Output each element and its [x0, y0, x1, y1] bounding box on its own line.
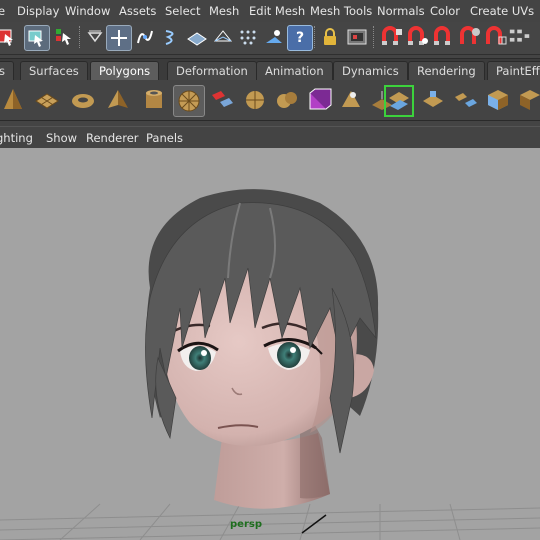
menu-display[interactable]: Display	[17, 4, 59, 18]
poly-cone-icon[interactable]	[0, 85, 28, 115]
snap-filter-icon[interactable]	[83, 25, 107, 49]
status-line-toolbar: ?	[0, 22, 540, 55]
poly-pyramid-icon[interactable]	[103, 85, 133, 115]
panel-menu-bar: ghting Show Renderer Panels	[0, 126, 540, 150]
snap-grid-icon[interactable]	[106, 25, 132, 51]
main-menu-bar: e Display Window Assets Select Mesh Edit…	[0, 0, 540, 23]
tab-surfaces[interactable]: Surfaces	[20, 61, 88, 81]
select-component-icon[interactable]	[52, 25, 76, 49]
sculpt-tool-icon[interactable]	[384, 85, 414, 117]
extract-icon[interactable]	[240, 85, 270, 115]
snap-view-plane-icon[interactable]	[185, 25, 209, 49]
camera-manip-line	[301, 514, 327, 534]
panel-menu-lighting[interactable]: ghting	[0, 131, 33, 145]
snap-curve-icon[interactable]	[133, 25, 157, 49]
render-icon[interactable]	[380, 25, 404, 49]
ground-grid	[0, 503, 540, 540]
lock-icon[interactable]	[318, 25, 342, 49]
poly-plane-icon[interactable]	[32, 85, 62, 115]
booleans-icon[interactable]	[304, 85, 334, 115]
hypergraph-icon[interactable]	[508, 25, 532, 49]
poly-soccerball-icon[interactable]	[173, 85, 205, 117]
combine-icon[interactable]	[272, 85, 302, 115]
bridge-icon[interactable]	[451, 85, 481, 115]
tab-dynamics[interactable]: Dynamics	[333, 61, 408, 81]
tab-general[interactable]: s	[0, 61, 14, 81]
help-icon[interactable]: ?	[287, 25, 313, 51]
menu-window[interactable]: Window	[65, 4, 110, 18]
history-icon[interactable]	[345, 25, 369, 49]
tab-polygons[interactable]: Polygons	[90, 61, 160, 81]
menu-create-uvs[interactable]: Create UVs	[470, 4, 534, 18]
panel-menu-show[interactable]: Show	[46, 131, 77, 145]
make-live-icon[interactable]	[211, 25, 235, 49]
select-object-icon[interactable]	[24, 25, 50, 51]
tab-deformation[interactable]: Deformation	[167, 61, 257, 81]
menu-assets[interactable]: Assets	[119, 4, 156, 18]
hypershade-icon[interactable]	[458, 25, 482, 49]
poly-pipe-icon[interactable]	[139, 85, 169, 115]
menu-color[interactable]: Color	[430, 4, 460, 18]
render-view-icon[interactable]	[484, 25, 508, 49]
perspective-viewport[interactable]: persp	[0, 148, 540, 540]
tab-rendering[interactable]: Rendering	[408, 61, 485, 81]
snap-projected-icon[interactable]	[262, 25, 286, 49]
toolbar-separator	[373, 26, 376, 48]
snap-vertex-icon[interactable]	[236, 25, 260, 49]
menu-normals[interactable]: Normals	[377, 4, 425, 18]
menu-select[interactable]: Select	[165, 4, 200, 18]
menu-mesh[interactable]: Mesh	[209, 4, 239, 18]
render-settings-icon[interactable]	[432, 25, 456, 49]
character-head-model	[0, 189, 540, 540]
tab-painteffects[interactable]: PaintEffe	[487, 61, 540, 81]
ipr-render-icon[interactable]	[406, 25, 430, 49]
panel-menu-renderer[interactable]: Renderer	[86, 131, 139, 145]
smooth-icon[interactable]	[336, 85, 366, 115]
menu-edit-mesh[interactable]: Edit Mesh	[249, 4, 305, 18]
separate-icon[interactable]	[207, 85, 237, 115]
split-icon[interactable]	[515, 85, 540, 115]
menu-edit[interactable]: e	[0, 4, 5, 18]
append-icon[interactable]	[483, 85, 513, 115]
shelf-tabs: s Surfaces Polygons Deformation Animatio…	[0, 58, 540, 81]
tab-animation[interactable]: Animation	[256, 61, 333, 81]
polygons-shelf	[0, 80, 540, 121]
panel-menu-panels[interactable]: Panels	[146, 131, 183, 145]
extrude-icon[interactable]	[418, 85, 448, 115]
snap-point-icon[interactable]	[160, 25, 184, 49]
poly-torus-icon[interactable]	[68, 85, 98, 115]
toolbar-separator	[79, 26, 82, 48]
toolbar-separator	[314, 26, 317, 48]
camera-name-label: persp	[230, 519, 262, 530]
select-tool-icon[interactable]	[0, 25, 18, 49]
menu-mesh-tools[interactable]: Mesh Tools	[310, 4, 372, 18]
